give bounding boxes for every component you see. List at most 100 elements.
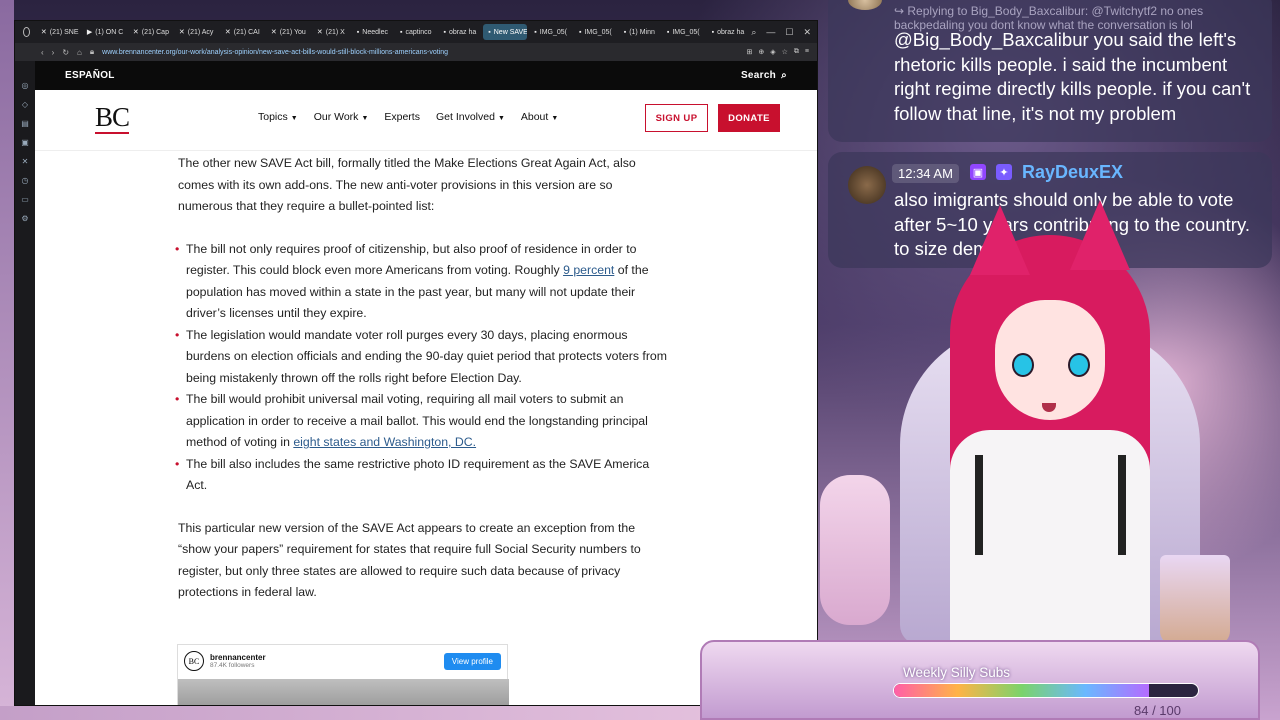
sidebar-item-twitch-icon[interactable]: ▣ — [21, 138, 29, 147]
chat-message: ↪ Replying to Big_Body_Baxcalibur: @Twit… — [828, 0, 1272, 142]
tab[interactable]: ▶ (1) ON C — [82, 24, 126, 40]
menu-label: Our Work — [313, 111, 359, 123]
tab-strip: ✕ (21) SNE ▶ (1) ON C ✕ (21) Cap ✕ (21) Acy ✕ (21… — [15, 21, 817, 43]
shield-icon[interactable]: ◈ — [770, 48, 775, 56]
site-search-label: Search — [740, 70, 777, 81]
tab[interactable]: ▪ IMG_05( — [574, 24, 617, 40]
maximize-icon[interactable]: ☐ — [785, 27, 793, 38]
list-item: The bill not only requires proof of citi… — [175, 239, 670, 325]
bookmark-icon[interactable]: ☆ — [782, 48, 788, 56]
list-item: The bill also includes the same restrict… — [175, 454, 670, 497]
menu-label: Experts — [384, 111, 420, 123]
overlay-bottom-border — [0, 706, 820, 720]
page-icon: ▪ — [399, 28, 403, 36]
tab-label: New SAVE Act I — [493, 28, 528, 36]
window-controls: ⌕ — ☐ ✕ — [751, 27, 817, 38]
search-icon: ⌕ — [781, 70, 787, 81]
site-logo[interactable]: BC — [95, 104, 130, 134]
view-profile-button[interactable]: View profile — [443, 652, 501, 670]
zoom-icon[interactable]: ⊕ — [758, 48, 764, 56]
tab-label: (21) You — [279, 28, 306, 36]
menu-item-about[interactable]: About ▼ — [521, 111, 558, 123]
tab-label: captinco — [405, 28, 432, 36]
avatar[interactable]: BC — [184, 651, 204, 671]
avatar-strap — [1118, 455, 1126, 555]
extensions-icon[interactable]: ⧉ — [794, 48, 799, 56]
article-body: The other new SAVE Act bill, formally ti… — [175, 153, 670, 625]
menu-label: About — [520, 111, 549, 123]
sidebar-item-mail-icon[interactable]: ▤ — [21, 119, 29, 128]
menu-item-our-work[interactable]: Our Work ▼ — [314, 111, 369, 123]
chat-message-text: @Big_Body_Baxcalibur you said the left's… — [894, 29, 1251, 124]
sidebar-item-notes-icon[interactable]: ▭ — [21, 195, 29, 204]
donate-button[interactable]: DONATE — [718, 104, 780, 132]
sidebar-item-history-icon[interactable]: ◷ — [22, 176, 29, 185]
menu-item-get-involved[interactable]: Get Involved ▼ — [436, 111, 505, 123]
forward-icon[interactable]: › — [52, 48, 55, 57]
close-icon[interactable]: ✕ — [803, 27, 811, 38]
menu-item-experts[interactable]: Experts — [384, 111, 420, 123]
twitch-badge-icon: ▣ — [970, 164, 986, 180]
page-icon: ▪ — [711, 28, 715, 36]
sign-up-button[interactable]: SIGN UP — [645, 104, 708, 132]
tab[interactable]: ✕ (21) You — [266, 24, 310, 40]
tab[interactable]: ✕ (21) X — [312, 24, 350, 40]
tab-label: IMG_05( — [539, 28, 567, 36]
tab[interactable]: ▪ IMG_05( — [662, 24, 705, 40]
browser-menu-icon[interactable] — [23, 27, 30, 37]
tab-label: (1) ON C — [95, 28, 124, 36]
site-nav: BC Topics ▼ Our Work ▼ Experts Get Involve… — [35, 90, 817, 151]
sidebar-item-settings-icon[interactable]: ⚙ — [21, 214, 28, 223]
instagram-embed: BC brennancenter 87.4K followers View pr… — [177, 644, 509, 705]
tab[interactable]: ▪ IMG_05( — [529, 24, 572, 40]
chevron-down-icon: ▼ — [497, 115, 505, 122]
page-icon: ▪ — [578, 28, 582, 36]
x-icon: ✕ — [224, 29, 231, 36]
tab[interactable]: ✕ (21) Acy — [174, 24, 218, 40]
browser-sidebar: ◎ ◇ ▤ ▣ ✕ ◷ ▭ ⚙ — [15, 61, 35, 705]
tab-label: IMG_05( — [584, 28, 612, 36]
page-icon: ▪ — [623, 28, 627, 36]
tab-label: (21) Cap — [141, 28, 169, 36]
nine-percent-link[interactable]: 9 percent — [563, 263, 614, 277]
tab-label: (21) CAI — [233, 28, 260, 36]
tab[interactable]: ▪ obraz ha — [707, 24, 750, 40]
x-icon: ✕ — [316, 29, 323, 36]
url-field[interactable]: www.brennancenter.org/our-work/analysis-… — [102, 49, 448, 56]
instagram-profile: brennancenter 87.4K followers — [210, 653, 266, 669]
back-icon[interactable]: ‹ — [41, 48, 44, 57]
tab[interactable]: ✕ (21) Cap — [128, 24, 172, 40]
menu-icon[interactable]: ≡ — [805, 48, 809, 56]
search-tabs-icon[interactable]: ⌕ — [751, 27, 756, 38]
tab[interactable]: ✕ (21) SNE — [36, 24, 80, 40]
translate-icon[interactable]: ⊞ — [746, 48, 752, 56]
tab[interactable]: ▪ captinco — [395, 24, 437, 40]
menu-item-topics[interactable]: Topics ▼ — [258, 111, 298, 123]
main-menu: Topics ▼ Our Work ▼ Experts Get Involved ▼ … — [258, 111, 558, 123]
tab[interactable]: ▪ Needlec — [352, 24, 393, 40]
chevron-down-icon: ▼ — [290, 115, 298, 122]
tab-label: (21) X — [325, 28, 345, 36]
youtube-icon: ▶ — [86, 29, 93, 36]
instagram-post-image[interactable] — [178, 679, 509, 705]
tab[interactable]: ✕ (21) CAI — [220, 24, 264, 40]
page-icon: ▪ — [666, 28, 670, 36]
tab-active[interactable]: ▪New SAVE Act I — [483, 24, 528, 40]
subscriber-badge-icon: ✦ — [996, 164, 1012, 180]
menu-label: Topics — [258, 111, 288, 123]
sidebar-item-x-icon[interactable]: ✕ — [22, 157, 29, 166]
lock-icon: 🔒︎ — [89, 47, 95, 56]
site-search-button[interactable]: Search ⌕ — [741, 70, 787, 81]
minimize-icon[interactable]: — — [766, 27, 775, 38]
espanol-link[interactable]: ESPAÑOL — [65, 70, 115, 81]
eight-states-link[interactable]: eight states and Washington, DC. — [293, 435, 476, 449]
instagram-username[interactable]: brennancenter — [210, 653, 266, 662]
sidebar-item-speed-dial-icon[interactable]: ◎ — [22, 81, 29, 90]
tab[interactable]: ▪ obraz ha — [439, 24, 482, 40]
toolbar-icons: ⊞ ⊕ ◈ ☆ ⧉ ≡ — [746, 48, 817, 56]
sub-goal-progress-bar — [893, 683, 1199, 698]
sidebar-item-bookmarks-icon[interactable]: ◇ — [22, 100, 28, 109]
tab[interactable]: ▪ (1) Minn — [619, 24, 660, 40]
home-icon[interactable]: ⌂ — [77, 48, 82, 57]
reload-icon[interactable]: ↻ — [62, 48, 69, 57]
